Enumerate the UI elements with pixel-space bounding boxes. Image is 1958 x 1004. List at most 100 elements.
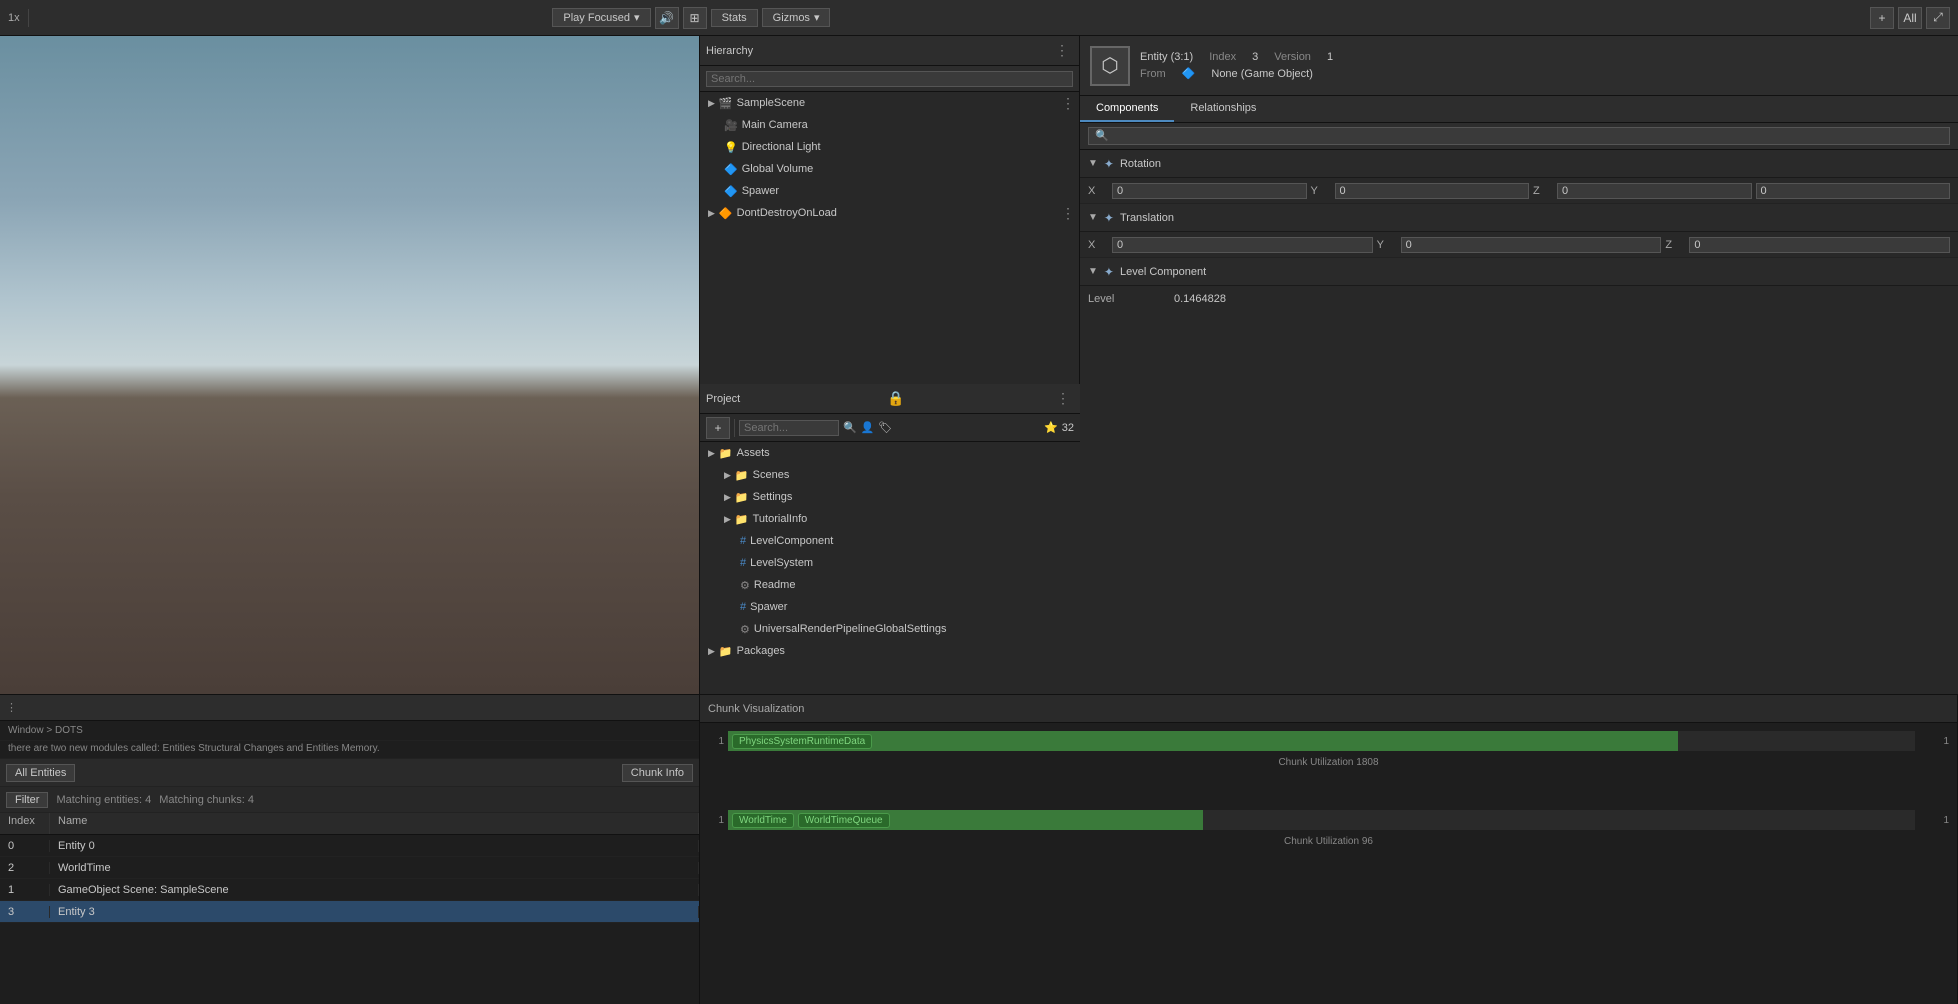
hierarchy-item-directionallight[interactable]: 💡 Directional Light — [700, 136, 1079, 158]
chunk-utilization-label-2: Chunk Utilization 96 — [708, 834, 1949, 849]
rotation-component-header[interactable]: ▼ ✦ Rotation — [1080, 150, 1958, 178]
hierarchy-item-dontdestroyonload[interactable]: ▶ 🔶 DontDestroyOnLoad ⋮ — [700, 202, 1079, 224]
hierarchy-item-globalvolume[interactable]: 🔷 Global Volume — [700, 158, 1079, 180]
entity-name-0: Entity 0 — [50, 840, 699, 852]
dropdown-arrow-icon: ▾ — [634, 11, 640, 24]
play-focused-button[interactable]: Play Focused ▾ — [552, 8, 650, 27]
multiplier-value: 1x — [8, 12, 20, 24]
entity-row-2[interactable]: 2 WorldTime — [0, 857, 699, 879]
assets-arrow-icon: ▶ — [708, 448, 715, 459]
chunk-bar-row-2: 1 WorldTime WorldTimeQueue 1 — [708, 810, 1949, 830]
hierarchy-toolbar — [700, 66, 1079, 92]
proj-sep — [734, 419, 735, 437]
entity-row-1[interactable]: 1 GameObject Scene: SampleScene — [0, 879, 699, 901]
project-item-settings[interactable]: ▶ 📁 Settings — [700, 486, 1080, 508]
chunk-info-button[interactable]: Chunk Info — [622, 764, 693, 782]
level-component-header[interactable]: ▼ ✦ Level Component — [1080, 258, 1958, 286]
project-item-tutorialinfo[interactable]: ▶ 📁 TutorialInfo — [700, 508, 1080, 530]
project-item-scenes[interactable]: ▶ 📁 Scenes — [700, 464, 1080, 486]
project-lock-button[interactable]: 🔒 — [883, 390, 908, 407]
chunk-bar-row-1: 1 PhysicsSystemRuntimeData 1 — [708, 731, 1949, 751]
chunk-bar-container-2: WorldTime WorldTimeQueue — [728, 810, 1915, 830]
tab-components[interactable]: Components — [1080, 96, 1174, 122]
scene-menu-button[interactable]: ⋮ — [1057, 95, 1079, 112]
stats-button[interactable]: Stats — [711, 9, 758, 27]
directional-light-label: Directional Light — [742, 141, 821, 153]
project-search-input[interactable] — [739, 420, 839, 436]
project-item-packages[interactable]: ▶ 📁 Packages — [700, 640, 1080, 662]
trans-z-input[interactable] — [1689, 237, 1950, 253]
scene-label: SampleScene — [737, 97, 806, 109]
hierarchy-item-spawer[interactable]: 🔷 Spawer — [700, 180, 1079, 202]
trans-y-input[interactable] — [1401, 237, 1662, 253]
filter-button[interactable]: Filter — [6, 792, 48, 808]
entity-row-3[interactable]: 3 Entity 3 — [0, 901, 699, 923]
person-icon: 👤 — [861, 421, 875, 434]
audio-toggle-button[interactable]: 🔊 — [655, 7, 679, 29]
dontdestroy-icon: 🔶 — [719, 207, 733, 220]
scenes-folder-icon: 📁 — [735, 469, 749, 482]
all-button[interactable]: All — [1898, 7, 1922, 29]
hierarchy-search-input[interactable] — [706, 71, 1073, 87]
rot-w-input[interactable] — [1756, 183, 1951, 199]
volume-icon: 🔷 — [724, 163, 738, 176]
screenshot-button[interactable]: ⊞ — [683, 7, 707, 29]
tab-relationships[interactable]: Relationships — [1174, 96, 1272, 122]
inspector-header: ⬡ Entity (3:1) Index 3 Version 1 From 🔷 … — [1080, 36, 1958, 96]
project-menu-button[interactable]: ⋮ — [1052, 390, 1074, 407]
util-val-2: 96 — [1362, 836, 1373, 847]
hierarchy-menu-button[interactable]: ⋮ — [1051, 42, 1073, 59]
scene-viewport[interactable] — [0, 36, 699, 694]
dontdestroy-menu-button[interactable]: ⋮ — [1057, 205, 1079, 222]
gizmos-button[interactable]: Gizmos ▾ — [762, 8, 831, 27]
urp-label: UniversalRenderPipelineGlobalSettings — [754, 623, 947, 635]
readme-label: Readme — [754, 579, 796, 591]
settings-folder-icon: 📁 — [735, 491, 749, 504]
translation-component-header[interactable]: ▼ ✦ Translation — [1080, 204, 1958, 232]
all-entities-button[interactable]: All Entities — [6, 764, 75, 782]
translation-arrow-icon: ▼ — [1088, 212, 1098, 223]
project-item-readme[interactable]: ⚙ Readme — [700, 574, 1080, 596]
translation-puzzle-icon: ✦ — [1104, 211, 1114, 225]
hierarchy-item-maincamera[interactable]: 🎥 Main Camera — [700, 114, 1079, 136]
gizmos-label: Gizmos — [773, 12, 810, 24]
add-button[interactable]: + — [1870, 7, 1894, 29]
separator — [28, 9, 29, 27]
right-controls: + All ⤢ — [1870, 7, 1950, 29]
trans-x-input[interactable] — [1112, 237, 1373, 253]
hierarchy-item-samplescene[interactable]: ▶ 🎬 SampleScene ⋮ — [700, 92, 1079, 114]
project-item-assets[interactable]: ▶ 📁 Assets — [700, 442, 1080, 464]
project-item-urp[interactable]: ⚙ UniversalRenderPipelineGlobalSettings — [700, 618, 1080, 640]
project-add-button[interactable]: + — [706, 417, 730, 439]
message-text: there are two new modules called: Entiti… — [8, 743, 380, 754]
project-item-spawer[interactable]: # Spawer — [700, 596, 1080, 618]
entity-label: Entity (3:1) — [1140, 51, 1193, 63]
arrow-icon: ▶ — [708, 98, 715, 109]
star-count: ⭐ — [1044, 421, 1058, 434]
tutorial-arrow-icon: ▶ — [724, 514, 731, 525]
inspector-search-input[interactable] — [1088, 127, 1950, 145]
levelcomp-icon: # — [740, 535, 746, 547]
trans-y-label: Y — [1377, 239, 1397, 251]
entities-panel: ⋮ Window > DOTS there are two new module… — [0, 695, 700, 1004]
from-label: From — [1140, 68, 1166, 80]
filter-bar: Filter Matching entities: 4 Matching chu… — [0, 787, 699, 813]
project-item-levelsystem[interactable]: # LevelSystem — [700, 552, 1080, 574]
info-message: there are two new modules called: Entiti… — [0, 741, 699, 759]
playmode-controls: Play Focused ▾ 🔊 ⊞ Stats Gizmos ▾ — [552, 7, 830, 29]
maximize-button[interactable]: ⤢ — [1926, 7, 1950, 29]
rot-z-input[interactable] — [1557, 183, 1752, 199]
trans-x-label: X — [1088, 239, 1108, 251]
entity-row-0[interactable]: 0 Entity 0 — [0, 835, 699, 857]
entity-table: Index Name 0 Entity 0 2 WorldTime 1 Game… — [0, 813, 699, 1004]
matching-chunks-text: Matching chunks: 4 — [159, 794, 254, 806]
tutorial-label: TutorialInfo — [753, 513, 808, 525]
project-item-levelcomponent[interactable]: # LevelComponent — [700, 530, 1080, 552]
chunk-bar-container-1: PhysicsSystemRuntimeData — [728, 731, 1915, 751]
rot-y-input[interactable] — [1335, 183, 1530, 199]
chunk-num-end-1: 1 — [1919, 736, 1949, 747]
filter-icon: 🔍 — [843, 421, 857, 434]
rot-x-input[interactable] — [1112, 183, 1307, 199]
chunk-header: Chunk Visualization — [700, 695, 1957, 723]
breadcrumb: Window > DOTS — [0, 721, 699, 741]
